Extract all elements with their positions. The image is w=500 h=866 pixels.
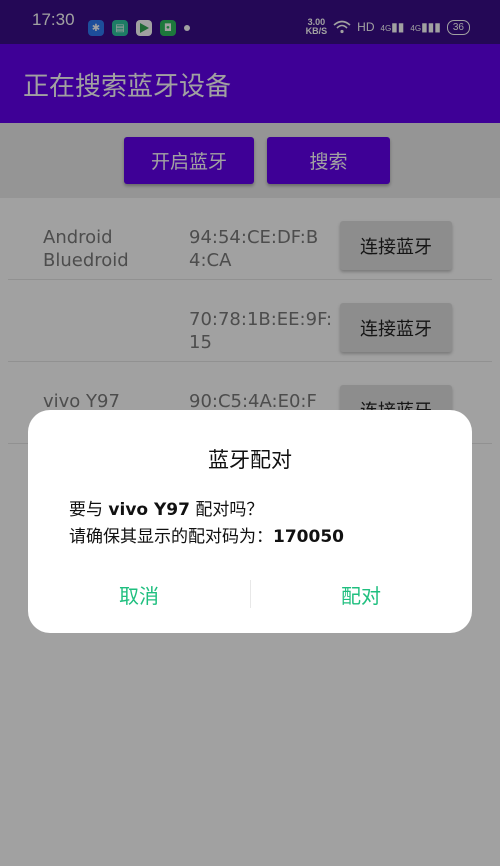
dialog-message-line2: 请确保其显示的配对码为：170050	[69, 527, 344, 547]
pair-button[interactable]: 配对	[250, 580, 472, 609]
dialog-message: 要与 vivo Y97 配对吗？ 请确保其显示的配对码为：170050	[69, 497, 344, 551]
cancel-button[interactable]: 取消	[28, 580, 250, 609]
dialog-message-line1: 要与 vivo Y97 配对吗？	[69, 500, 264, 520]
pairing-code: 170050	[273, 527, 344, 547]
device-name-bold: vivo Y97	[108, 500, 190, 520]
dialog-title: 蓝牙配对	[208, 448, 292, 472]
pairing-dialog: 蓝牙配对 要与 vivo Y97 配对吗？ 请确保其显示的配对码为：170050…	[28, 410, 472, 633]
